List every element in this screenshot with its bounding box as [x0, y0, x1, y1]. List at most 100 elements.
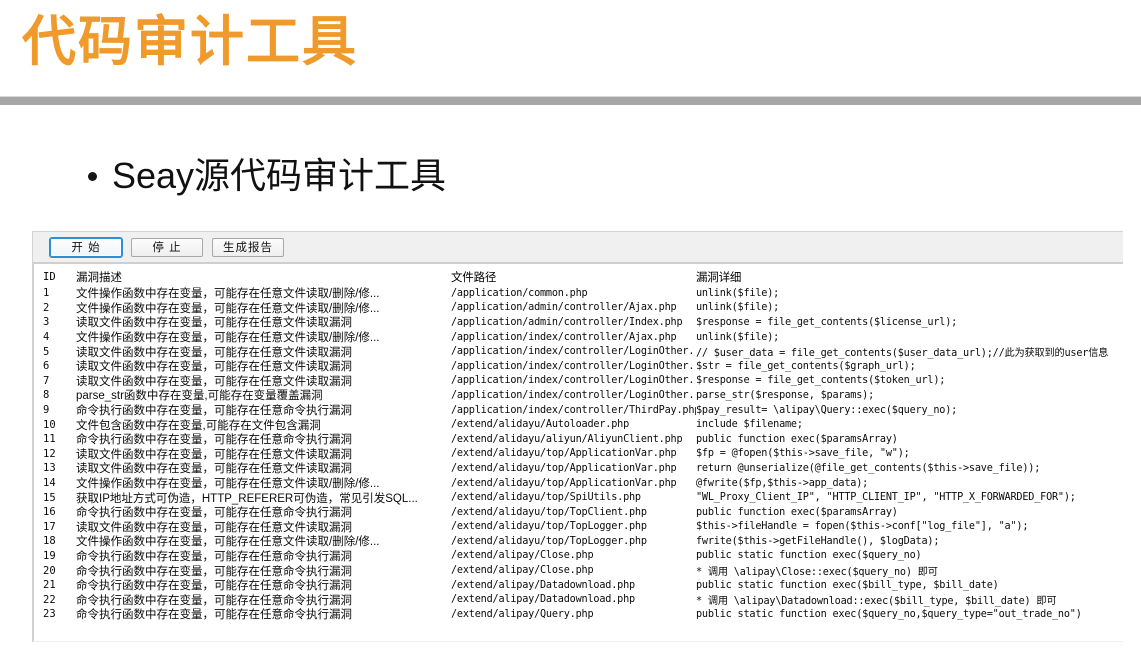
cell-description: 文件操作函数中存在变量，可能存在任意文件读取/删除/修...	[76, 286, 451, 301]
cell-path: /extend/alipay/Close.php	[451, 550, 696, 561]
column-header-description[interactable]: 漏洞描述	[76, 269, 451, 285]
cell-detail: public function exec($paramsArray)	[696, 434, 1123, 445]
column-header-detail[interactable]: 漏洞详细	[696, 269, 1123, 285]
cell-path: /extend/alidayu/Autoloader.php	[451, 419, 696, 430]
cell-id: 11	[34, 433, 76, 445]
table-row[interactable]: 20命令执行函数中存在变量，可能存在任意命令执行漏洞/extend/alipay…	[34, 563, 1123, 578]
cell-detail: public static function exec($bill_type, …	[696, 580, 1123, 591]
cell-id: 2	[34, 302, 76, 314]
column-header-path[interactable]: 文件路径	[451, 269, 696, 285]
cell-id: 15	[34, 492, 76, 504]
cell-description: 读取文件函数中存在变量，可能存在任意文件读取漏洞	[76, 461, 451, 476]
cell-path: /application/index/controller/Ajax.php	[451, 332, 696, 343]
cell-detail: include $filename;	[696, 419, 1123, 430]
cell-path: /application/index/controller/ThirdPay.p…	[451, 405, 696, 416]
stop-button[interactable]: 停 止	[131, 238, 203, 257]
column-header-id[interactable]: ID	[34, 271, 76, 283]
table-row[interactable]: 23命令执行函数中存在变量，可能存在任意命令执行漏洞/extend/alipay…	[34, 607, 1123, 622]
cell-detail: @fwrite($fp,$this->app_data);	[696, 478, 1123, 489]
table-row[interactable]: 12读取文件函数中存在变量，可能存在任意文件读取漏洞/extend/aliday…	[34, 447, 1123, 462]
cell-detail: $response = file_get_contents($token_url…	[696, 375, 1123, 386]
cell-description: 命令执行函数中存在变量，可能存在任意命令执行漏洞	[76, 592, 451, 607]
cell-description: 读取文件函数中存在变量，可能存在任意文件读取漏洞	[76, 520, 451, 535]
cell-id: 9	[34, 404, 76, 416]
seay-audit-window: 开 始 停 止 生成报告 ID 漏洞描述 文件路径 漏洞详细 1文件操作函数中存…	[32, 231, 1123, 642]
cell-id: 4	[34, 331, 76, 343]
table-row[interactable]: 11命令执行函数中存在变量，可能存在任意命令执行漏洞/extend/aliday…	[34, 432, 1123, 447]
cell-detail: $pay_result= \alipay\Query::exec($query_…	[696, 405, 1123, 416]
cell-detail: * 调用 \alipay\Close::exec($query_no) 即可	[696, 563, 1123, 578]
table-row[interactable]: 5读取文件函数中存在变量，可能存在任意文件读取漏洞/application/in…	[34, 344, 1123, 359]
cell-description: 命令执行函数中存在变量，可能存在任意命令执行漏洞	[76, 549, 451, 564]
cell-detail: $response = file_get_contents($license_u…	[696, 317, 1123, 328]
table-row[interactable]: 6读取文件函数中存在变量，可能存在任意文件读取漏洞/application/in…	[34, 359, 1123, 374]
table-row[interactable]: 14文件操作函数中存在变量，可能存在任意文件读取/删除/修.../extend/…	[34, 476, 1123, 491]
table-row[interactable]: 1文件操作函数中存在变量，可能存在任意文件读取/删除/修.../applicat…	[34, 286, 1123, 301]
cell-id: 19	[34, 550, 76, 562]
cell-id: 22	[34, 594, 76, 606]
cell-description: 命令执行函数中存在变量，可能存在任意命令执行漏洞	[76, 432, 451, 447]
table-row[interactable]: 10文件包含函数中存在变量,可能存在文件包含漏洞/extend/alidayu/…	[34, 417, 1123, 432]
vulnerability-list[interactable]: ID 漏洞描述 文件路径 漏洞详细 1文件操作函数中存在变量，可能存在任意文件读…	[33, 263, 1123, 641]
cell-id: 17	[34, 521, 76, 533]
cell-description: 文件操作函数中存在变量，可能存在任意文件读取/删除/修...	[76, 476, 451, 491]
cell-description: 命令执行函数中存在变量，可能存在任意命令执行漏洞	[76, 607, 451, 622]
cell-path: /extend/alidayu/top/ApplicationVar.php	[451, 478, 696, 489]
table-row[interactable]: 2文件操作函数中存在变量，可能存在任意文件读取/删除/修.../applicat…	[34, 301, 1123, 316]
cell-description: 读取文件函数中存在变量，可能存在任意文件读取漏洞	[76, 344, 451, 359]
table-row[interactable]: 22命令执行函数中存在变量，可能存在任意命令执行漏洞/extend/alipay…	[34, 592, 1123, 607]
page-title: 代码审计工具	[22, 10, 358, 75]
cell-detail: return @unserialize(@file_get_contents($…	[696, 463, 1123, 474]
cell-id: 3	[34, 316, 76, 328]
cell-description: 读取文件函数中存在变量，可能存在任意文件读取漏洞	[76, 374, 451, 389]
cell-description: 命令执行函数中存在变量，可能存在任意命令执行漏洞	[76, 505, 451, 520]
table-row[interactable]: 3读取文件函数中存在变量，可能存在任意文件读取漏洞/application/ad…	[34, 315, 1123, 330]
table-row[interactable]: 4文件操作函数中存在变量，可能存在任意文件读取/删除/修.../applicat…	[34, 330, 1123, 345]
bullet-item-label: Seay源代码审计工具	[112, 158, 446, 194]
generate-report-button[interactable]: 生成报告	[212, 238, 284, 257]
cell-id: 14	[34, 477, 76, 489]
cell-path: /extend/alipay/Datadownload.php	[451, 594, 696, 605]
cell-detail: unlink($file);	[696, 302, 1123, 313]
cell-path: /application/admin/controller/Ajax.php	[451, 302, 696, 313]
cell-path: /application/index/controller/LoginOther…	[451, 375, 696, 386]
table-row[interactable]: 19命令执行函数中存在变量，可能存在任意命令执行漏洞/extend/alipay…	[34, 549, 1123, 564]
cell-path: /extend/alidayu/top/SpiUtils.php	[451, 492, 696, 503]
table-row[interactable]: 9命令执行函数中存在变量，可能存在任意命令执行漏洞/application/in…	[34, 403, 1123, 418]
bullet-item: Seay源代码审计工具	[88, 158, 446, 194]
cell-path: /application/common.php	[451, 288, 696, 299]
cell-path: /application/index/controller/LoginOther…	[451, 361, 696, 372]
cell-description: 文件操作函数中存在变量，可能存在任意文件读取/删除/修...	[76, 534, 451, 549]
table-row[interactable]: 21命令执行函数中存在变量，可能存在任意命令执行漏洞/extend/alipay…	[34, 578, 1123, 593]
cell-id: 21	[34, 579, 76, 591]
table-row[interactable]: 15获取IP地址方式可伪造，HTTP_REFERER可伪造，常见引发SQL...…	[34, 490, 1123, 505]
cell-id: 7	[34, 375, 76, 387]
table-row[interactable]: 13读取文件函数中存在变量，可能存在任意文件读取漏洞/extend/aliday…	[34, 461, 1123, 476]
bullet-dot-icon	[88, 172, 97, 181]
table-row[interactable]: 16命令执行函数中存在变量，可能存在任意命令执行漏洞/extend/aliday…	[34, 505, 1123, 520]
table-row[interactable]: 7读取文件函数中存在变量，可能存在任意文件读取漏洞/application/in…	[34, 374, 1123, 389]
cell-path: /extend/alidayu/top/ApplicationVar.php	[451, 463, 696, 474]
cell-id: 5	[34, 346, 76, 358]
cell-description: 命令执行函数中存在变量，可能存在任意命令执行漏洞	[76, 403, 451, 418]
cell-detail: $this->fileHandle = fopen($this->conf["l…	[696, 521, 1123, 532]
cell-description: 读取文件函数中存在变量，可能存在任意文件读取漏洞	[76, 359, 451, 374]
table-row[interactable]: 8parse_str函数中存在变量,可能存在变量覆盖漏洞/application…	[34, 388, 1123, 403]
cell-description: 获取IP地址方式可伪造，HTTP_REFERER可伪造，常见引发SQL...	[76, 490, 451, 505]
toolbar: 开 始 停 止 生成报告	[33, 232, 1123, 263]
title-divider	[0, 96, 1141, 105]
table-row[interactable]: 18文件操作函数中存在变量，可能存在任意文件读取/删除/修.../extend/…	[34, 534, 1123, 549]
cell-description: 文件操作函数中存在变量，可能存在任意文件读取/删除/修...	[76, 330, 451, 345]
cell-path: /application/index/controller/LoginOther…	[451, 390, 696, 401]
cell-detail: public static function exec($query_no,$q…	[696, 609, 1123, 620]
cell-detail: parse_str($response, $params);	[696, 390, 1123, 401]
cell-description: parse_str函数中存在变量,可能存在变量覆盖漏洞	[76, 388, 451, 403]
table-row[interactable]: 17读取文件函数中存在变量，可能存在任意文件读取漏洞/extend/aliday…	[34, 520, 1123, 535]
cell-description: 读取文件函数中存在变量，可能存在任意文件读取漏洞	[76, 315, 451, 330]
cell-detail: * 调用 \alipay\Datadownload::exec($bill_ty…	[696, 592, 1123, 607]
start-button[interactable]: 开 始	[50, 238, 122, 257]
cell-detail: fwrite($this->getFileHandle(), $logData)…	[696, 536, 1123, 547]
cell-id: 10	[34, 419, 76, 431]
cell-detail: $fp = @fopen($this->save_file, "w");	[696, 448, 1123, 459]
cell-description: 文件包含函数中存在变量,可能存在文件包含漏洞	[76, 417, 451, 432]
